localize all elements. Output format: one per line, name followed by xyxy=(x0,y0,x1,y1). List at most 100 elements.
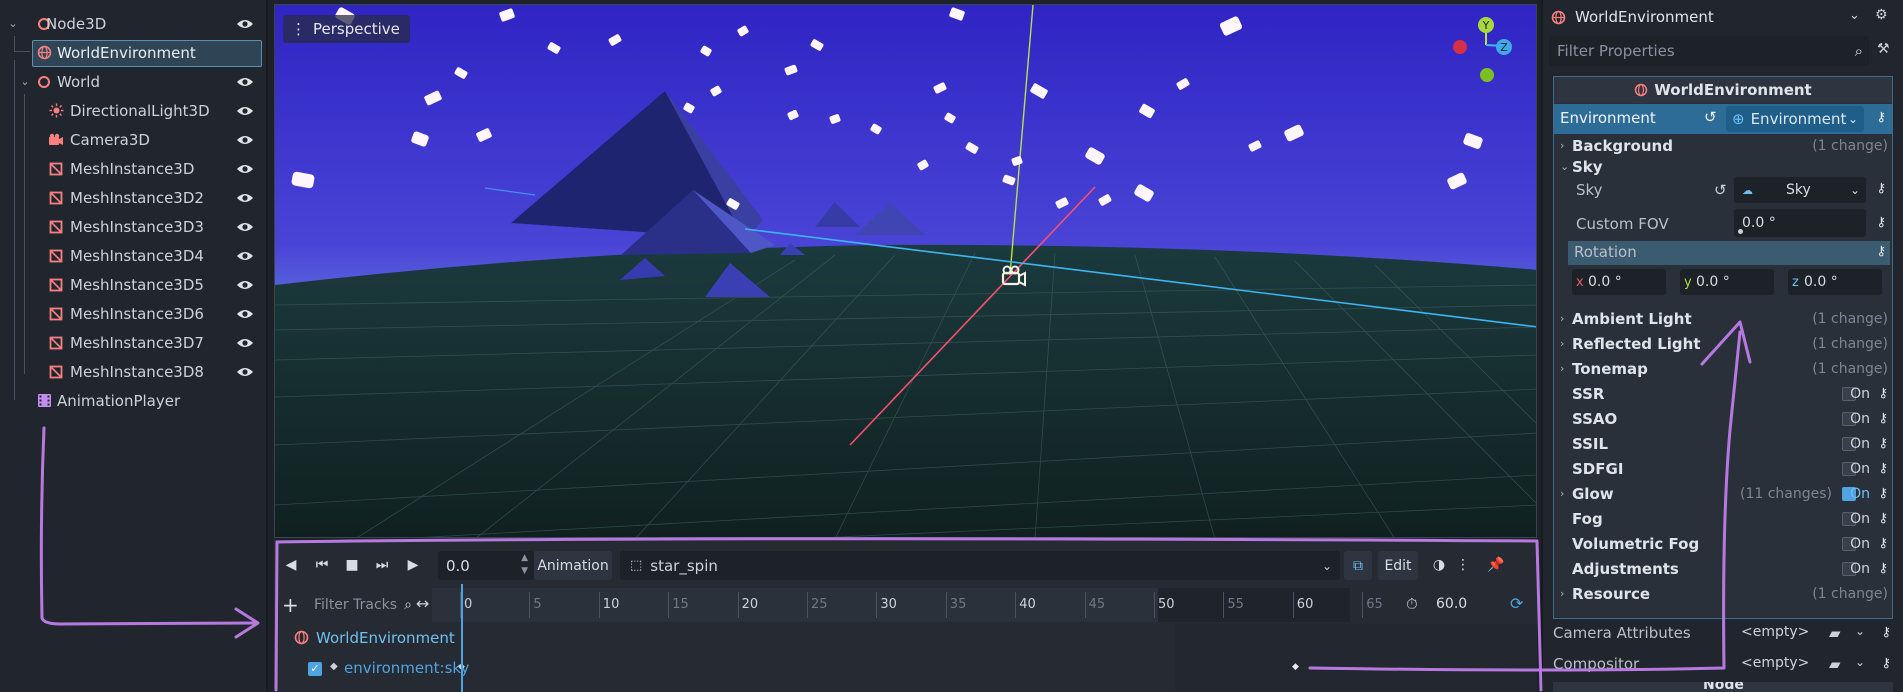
3d-viewport[interactable]: Y Z ⋮ Perspective xyxy=(274,4,1537,538)
animation-length-value[interactable]: 60.0 xyxy=(1436,596,1467,612)
pin-icon[interactable]: 📌 xyxy=(1484,548,1508,582)
kebab-menu-icon[interactable]: ⋮ xyxy=(1452,548,1474,582)
tree-item-camera[interactable]: Camera3D xyxy=(0,125,262,154)
group-adjustments[interactable]: Adjustments On ⚷ xyxy=(1554,556,1892,581)
inspector-node-title[interactable]: WorldEnvironment xyxy=(1575,8,1714,26)
chevron-down-icon[interactable]: ⌄ xyxy=(7,17,19,30)
object-properties-icon[interactable]: ⚙ xyxy=(1875,7,1888,23)
revert-icon[interactable]: ↺ xyxy=(1714,181,1727,199)
key-icon[interactable]: ⚷ xyxy=(1876,181,1886,196)
filter-properties-input[interactable]: Filter Properties ⌕ xyxy=(1549,36,1869,66)
key-icon[interactable]: ⚷ xyxy=(1878,486,1888,501)
tree-item-mesh[interactable]: MeshInstance3D3 xyxy=(0,212,262,241)
eye-icon[interactable] xyxy=(234,15,256,33)
group-volumetric-fog[interactable]: Volumetric Fog On ⚷ xyxy=(1554,531,1892,556)
eye-icon[interactable] xyxy=(234,247,256,265)
group-tonemap[interactable]: › Tonemap (1 change) xyxy=(1554,356,1892,381)
tree-item-mesh[interactable]: MeshInstance3D5 xyxy=(0,270,262,299)
node-section-header[interactable]: Node xyxy=(1553,682,1893,692)
group-sky[interactable]: ⌄ Sky xyxy=(1554,154,1892,179)
tree-item-node3d[interactable]: ⌄ Node3D xyxy=(0,9,262,38)
eye-icon[interactable] xyxy=(234,189,256,207)
slider-grabber[interactable] xyxy=(1738,229,1743,234)
play-backwards-from-end-icon[interactable]: ⏮ xyxy=(310,548,334,582)
tree-item-mesh[interactable]: MeshInstance3D7 xyxy=(0,328,262,357)
eye-icon[interactable] xyxy=(234,218,256,236)
rotation-x-input[interactable]: x 0.0 ° xyxy=(1572,269,1666,295)
compositor-value[interactable]: <empty> xyxy=(1741,655,1809,671)
group-reflected-light[interactable]: › Reflected Light (1 change) xyxy=(1554,331,1892,356)
tree-item-animation-player[interactable]: AnimationPlayer xyxy=(0,386,262,415)
environment-resource-picker[interactable]: ⊕ Environment ⌄ xyxy=(1726,106,1864,132)
chevron-down-icon[interactable]: ⌄ xyxy=(1855,624,1865,638)
tree-item-mesh[interactable]: MeshInstance3D6 xyxy=(0,299,262,328)
autoplay-icon[interactable]: ⧉ xyxy=(1344,551,1372,580)
stop-icon[interactable]: ■ xyxy=(340,548,364,582)
eye-icon[interactable] xyxy=(234,334,256,352)
tree-item-directional-light[interactable]: DirectionalLight3D xyxy=(0,96,262,125)
tree-item-mesh[interactable]: MeshInstance3D2 xyxy=(0,183,262,212)
animation-selector[interactable]: ⬚ star_spin ⌄ xyxy=(620,551,1340,580)
eye-icon[interactable] xyxy=(234,305,256,323)
group-ssr[interactable]: SSR On ⚷ xyxy=(1554,381,1892,406)
spinner-icon[interactable]: ▲ ▼ xyxy=(521,552,528,578)
eye-icon[interactable] xyxy=(234,276,256,294)
add-track-icon[interactable]: + xyxy=(282,593,299,617)
tree-item-mesh[interactable]: MeshInstance3D8 xyxy=(0,357,262,386)
play-from-start-icon[interactable]: ⏭ xyxy=(370,548,394,582)
perspective-menu-button[interactable]: ⋮ Perspective xyxy=(283,15,410,43)
revert-icon[interactable]: ↺ xyxy=(1704,108,1717,126)
animation-menu-button[interactable]: Animation xyxy=(534,551,612,580)
key-icon[interactable]: ⚷ xyxy=(1878,386,1888,401)
key-icon[interactable]: ⚷ xyxy=(1881,656,1891,671)
chevron-down-icon[interactable]: ⌄ xyxy=(1855,655,1865,669)
tree-item-mesh[interactable]: MeshInstance3D xyxy=(0,154,262,183)
group-sdfgi[interactable]: SDFGI On ⚷ xyxy=(1554,456,1892,481)
rotation-z-input[interactable]: z 0.0 ° xyxy=(1788,269,1882,295)
keyframe-icon[interactable]: ◆ xyxy=(1292,662,1299,672)
track-property-label[interactable]: environment:sky xyxy=(344,659,469,677)
key-icon[interactable]: ⚷ xyxy=(1878,436,1888,451)
filter-tracks-input[interactable]: Filter Tracks ⌕ xyxy=(306,590,412,620)
group-glow[interactable]: › Glow (11 changes) On ⚷ xyxy=(1554,481,1892,506)
zoom-width-icon[interactable]: ↔ xyxy=(416,594,429,613)
tree-item-world[interactable]: ⌄ World xyxy=(0,67,262,96)
play-icon[interactable]: ▶ xyxy=(402,548,424,582)
chevron-down-icon[interactable]: ⌄ xyxy=(1849,8,1860,23)
eye-icon[interactable] xyxy=(234,102,256,120)
playhead[interactable] xyxy=(461,584,463,692)
chevron-down-icon[interactable]: ⌄ xyxy=(19,75,31,88)
tree-item-mesh[interactable]: MeshInstance3D4 xyxy=(0,241,262,270)
folder-icon[interactable]: ▰ xyxy=(1829,624,1841,642)
tools-icon[interactable]: ⚒ xyxy=(1877,41,1890,57)
track-enabled-checkbox[interactable]: ✓ xyxy=(308,662,322,676)
play-backwards-icon[interactable]: ◀ xyxy=(280,548,302,582)
edit-menu-button[interactable]: Edit xyxy=(1378,551,1418,580)
rotation-y-input[interactable]: y 0.0 ° xyxy=(1680,269,1774,295)
folder-icon[interactable]: ▰ xyxy=(1829,655,1841,673)
track-node-label[interactable]: WorldEnvironment xyxy=(316,629,455,647)
custom-fov-input[interactable]: 0.0 ° xyxy=(1734,209,1866,237)
onion-skin-icon[interactable]: ◑ xyxy=(1428,548,1450,582)
key-icon[interactable]: ⚷ xyxy=(1878,511,1888,526)
group-fog[interactable]: Fog On ⚷ xyxy=(1554,506,1892,531)
loop-icon[interactable]: ⟳ xyxy=(1510,594,1523,613)
group-ssao[interactable]: SSAO On ⚷ xyxy=(1554,406,1892,431)
key-icon[interactable]: ⚷ xyxy=(1876,110,1886,125)
key-icon[interactable]: ⚷ xyxy=(1878,411,1888,426)
time-input[interactable]: 0.0 ▲ ▼ xyxy=(438,551,534,580)
key-icon[interactable]: ⚷ xyxy=(1881,625,1891,640)
tree-item-world-environment[interactable]: WorldEnvironment xyxy=(0,38,262,67)
key-icon[interactable]: ⚷ xyxy=(1876,215,1886,230)
key-icon[interactable]: ⚷ xyxy=(1878,536,1888,551)
key-icon[interactable]: ⚷ xyxy=(1878,461,1888,476)
eye-icon[interactable] xyxy=(234,131,256,149)
key-icon[interactable]: ⚷ xyxy=(1876,244,1886,259)
group-ambient-light[interactable]: › Ambient Light (1 change) xyxy=(1554,306,1892,331)
eye-icon[interactable] xyxy=(234,160,256,178)
camera-attributes-value[interactable]: <empty> xyxy=(1741,624,1809,640)
group-ssil[interactable]: SSIL On ⚷ xyxy=(1554,431,1892,456)
eye-icon[interactable] xyxy=(234,363,256,381)
key-icon[interactable]: ⚷ xyxy=(1878,561,1888,576)
group-resource[interactable]: › Resource (1 change) xyxy=(1554,581,1892,606)
